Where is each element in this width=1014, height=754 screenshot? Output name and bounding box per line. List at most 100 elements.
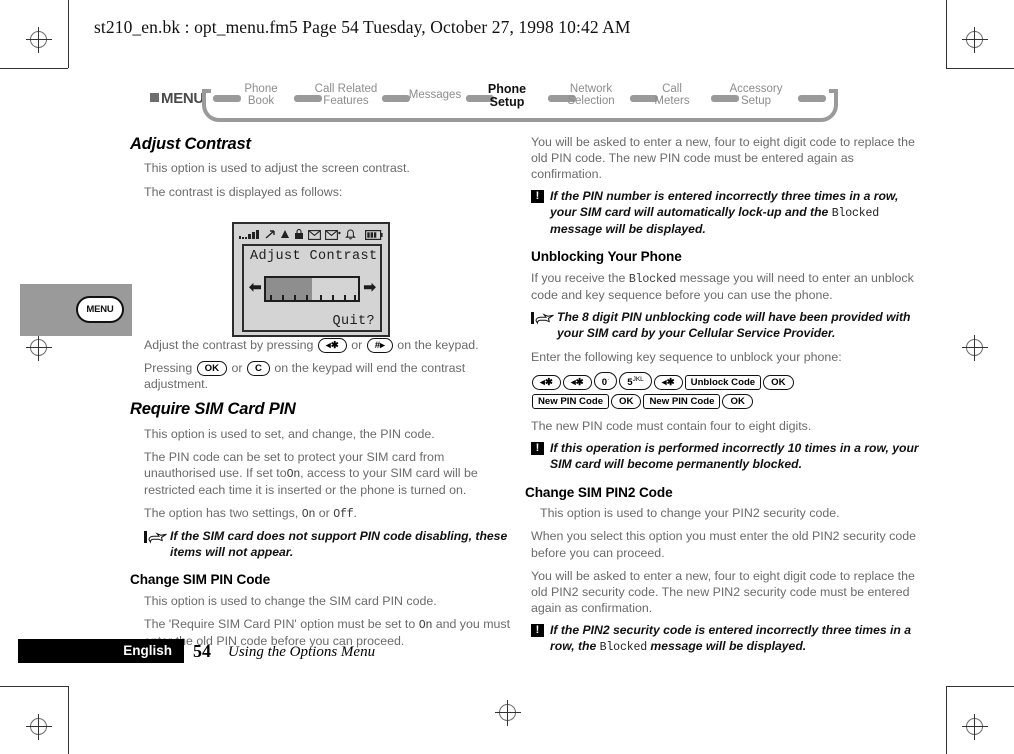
breadcrumb-item-network-selection[interactable]: Network Selection (554, 83, 628, 107)
warning-exclamation-icon: ! (531, 442, 544, 456)
paragraph-adjust-contrast-2: The contrast is displayed as follows: (144, 184, 343, 199)
hash-right-key[interactable]: #▸ (366, 337, 393, 353)
warning-exclamation-icon: ! (531, 624, 544, 638)
warning-pin-three-times: ! If the PIN number is entered incorrect… (531, 189, 921, 237)
breadcrumb-item-phone-book[interactable]: Phone Book (233, 83, 289, 107)
value-off: Off (333, 507, 354, 521)
blocked-value-1: Blocked (628, 273, 677, 287)
adjust-instruction-part2: on the keypad. (397, 337, 479, 352)
keyseq-digit-5[interactable]: 5JKL (619, 371, 652, 390)
breadcrumb-item-messages[interactable]: Messages (398, 89, 472, 102)
paragraph-enter-key-sequence: Enter the following key sequence to unbl… (531, 349, 842, 364)
blocked-msg-a: If you receive the (531, 271, 626, 286)
paragraph-blocked-message: If you receive the Blocked message you w… (531, 270, 921, 303)
menu-breadcrumb-bar: MENU Phone Book Call Related Features Me… (150, 78, 840, 122)
paragraph-adjust-contrast-1: This option is used to adjust the screen… (144, 161, 410, 176)
section-heading-adjust-contrast: Adjust Contrast (130, 135, 251, 153)
section-heading-require-sim-pin: Require SIM Card PIN (130, 400, 296, 419)
end-adjust-part1: Pressing (144, 360, 193, 375)
registration-mark-top-right (962, 27, 988, 53)
menu-key-icon[interactable]: MENU (76, 296, 124, 323)
keyseq-new-pin-code-2[interactable]: New PIN Code (643, 394, 721, 410)
breadcrumb-item-accessory-setup[interactable]: Accessory Setup (718, 83, 794, 107)
paragraph-require-pin-3: The option has two settings, On or Off. (144, 505, 515, 522)
breadcrumb-trough-cap-right (829, 89, 838, 93)
warning-ten-times-text: If this operation is performed incorrect… (550, 441, 919, 471)
warning-pin2-text-b: message will be displayed. (650, 638, 807, 653)
breadcrumb-trough-cap-left (202, 89, 211, 93)
value-on-1: On (286, 467, 301, 481)
paragraph-change-pin-1: This option is used to change the SIM ca… (144, 593, 437, 608)
require-pin-3a: The option has two settings, (144, 505, 299, 520)
paragraph-pin2-2: When you select this option you must ent… (531, 529, 916, 560)
change-pin-2a: The 'Require SIM Card PIN' option must b… (144, 617, 416, 632)
pointing-hand-icon (531, 312, 554, 325)
note-unblocking-code-text: The 8 digit PIN unblocking code will hav… (557, 310, 911, 340)
trim-line-top-left-vertical (68, 0, 69, 68)
value-on-3: On (418, 619, 433, 633)
end-adjust-or: or (231, 360, 243, 375)
trim-line-bottom-right-horizontal (946, 686, 1014, 687)
registration-mark-bottom-right (962, 714, 988, 740)
value-on-2: On (301, 507, 316, 521)
paragraph-adjust-instruction: Adjust the contrast by pressing ◂✱ or #▸… (144, 337, 515, 353)
footer-language-label: English (123, 643, 172, 658)
warning-ten-times: ! If this operation is performed incorre… (531, 441, 921, 472)
keyseq-ok-2[interactable]: OK (611, 394, 642, 410)
keyseq-digit-0[interactable]: 0· (593, 371, 618, 390)
warning-pin-blocked-value: Blocked (831, 206, 880, 220)
breadcrumb-item-phone-setup[interactable]: Phone Setup (476, 83, 538, 109)
ok-key[interactable]: OK (196, 360, 228, 376)
note-unblocking-code: The 8 digit PIN unblocking code will hav… (531, 310, 921, 341)
trim-line-top-right-horizontal (946, 68, 1014, 69)
figure-spacer (135, 207, 515, 337)
adjust-instruction-or: or (351, 337, 363, 352)
registration-mark-bottom-left (26, 714, 52, 740)
end-adjust-part2: on the keypad will end the contrast adju… (144, 360, 466, 391)
keyseq-new-pin-code-1[interactable]: New PIN Code (532, 394, 610, 410)
paragraph-require-pin-2: The PIN code can be set to protect your … (144, 449, 515, 498)
warning-pin2-three-times: ! If the PIN2 security code is entered i… (531, 623, 921, 655)
breadcrumb-item-call-meters[interactable]: Call Meters (644, 83, 700, 107)
registration-mark-left-middle (26, 335, 52, 361)
paragraph-pin2-1: This option is used to change your PIN2 … (540, 506, 840, 521)
registration-mark-right-middle (962, 335, 988, 361)
paragraph-new-pin-digits: The new PIN code must contain four to ei… (531, 419, 812, 434)
breadcrumb-connector-7 (798, 95, 826, 102)
keyseq-ok-3[interactable]: OK (722, 394, 753, 410)
menu-root-square-icon (150, 93, 159, 102)
menu-key-side-tab: MENU (20, 284, 132, 336)
registration-mark-bottom-center (495, 700, 521, 726)
keyseq-star-1[interactable]: ◂✱ (532, 374, 561, 390)
pointing-hand-icon (144, 531, 167, 544)
footer-chapter-title: Using the Options Menu (228, 644, 376, 660)
footer-page-number: 54 (193, 641, 211, 661)
paragraph-pin2-3: You will be asked to enter a new, four t… (531, 568, 915, 615)
trim-line-bottom-left-vertical (68, 686, 69, 754)
right-text-column: You will be asked to enter a new, four t… (525, 134, 921, 662)
warning-pin-text-b: message will be displayed. (550, 221, 706, 236)
paragraph-end-adjustment: Pressing OK or C on the keypad will end … (144, 360, 515, 392)
note-sim-pin-disabling-text: If the SIM card does not support PIN cod… (170, 529, 508, 559)
registration-mark-top-left (26, 27, 52, 53)
subsection-heading-unblocking-phone: Unblocking Your Phone (531, 249, 682, 265)
unblock-key-sequence: ◂✱ ◂✱ 0· 5JKL ◂✱ Unblock Code OK New PIN Code OK… (531, 371, 921, 412)
blocked-value-2: Blocked (599, 640, 648, 654)
left-text-column: Adjust Contrast This option is used to a… (130, 134, 515, 656)
keyseq-ok-1[interactable]: OK (763, 374, 794, 390)
star-left-key[interactable]: ◂✱ (317, 337, 347, 353)
trim-line-top-right-vertical (946, 0, 947, 68)
warning-exclamation-icon: ! (531, 190, 544, 204)
require-pin-3or: or (318, 505, 330, 520)
page-header-filename: st210_en.bk : opt_menu.fm5 Page 54 Tuesd… (94, 17, 631, 37)
breadcrumb-item-call-related[interactable]: Call Related Features (306, 83, 386, 107)
trim-line-top-left-horizontal (0, 68, 68, 69)
subsection-heading-change-sim-pin2: Change SIM PIN2 Code (525, 484, 673, 500)
trim-line-bottom-left-horizontal (0, 686, 68, 687)
adjust-instruction-part1: Adjust the contrast by pressing (144, 337, 314, 352)
clear-key[interactable]: C (247, 360, 270, 376)
keyseq-unblock-code[interactable]: Unblock Code (684, 374, 762, 390)
breadcrumb-root-label: MENU (161, 90, 204, 107)
keyseq-star-2[interactable]: ◂✱ (562, 374, 592, 390)
keyseq-star-3[interactable]: ◂✱ (653, 374, 683, 390)
